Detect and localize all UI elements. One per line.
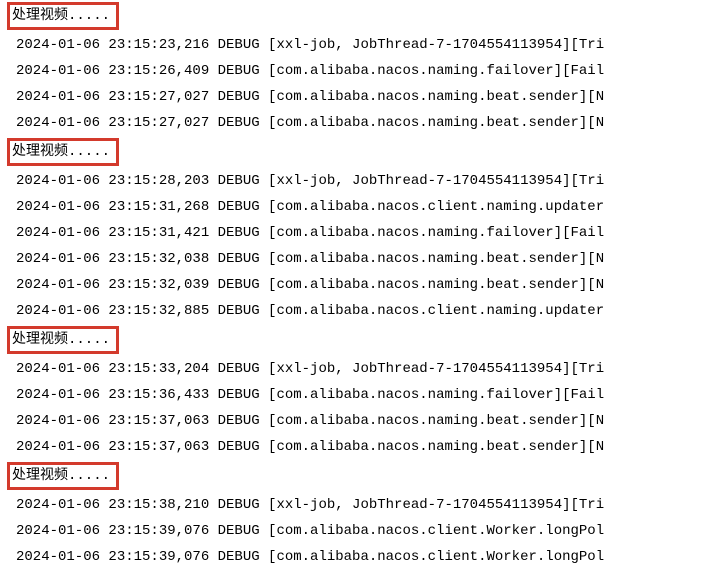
highlight-marker-text: 处理视频..... xyxy=(7,326,119,354)
log-line: 2024-01-06 23:15:38,210 DEBUG [xxl-job, … xyxy=(0,492,711,518)
log-output: 处理视频.....2024-01-06 23:15:23,216 DEBUG [… xyxy=(0,2,711,570)
highlight-marker-text: 处理视频..... xyxy=(7,138,119,166)
log-line: 2024-01-06 23:15:36,433 DEBUG [com.aliba… xyxy=(0,382,711,408)
highlight-marker-text: 处理视频..... xyxy=(7,462,119,490)
highlight-marker: 处理视频..... xyxy=(0,326,711,354)
log-line: 2024-01-06 23:15:26,409 DEBUG [com.aliba… xyxy=(0,58,711,84)
log-line: 2024-01-06 23:15:33,204 DEBUG [xxl-job, … xyxy=(0,356,711,382)
highlight-marker: 处理视频..... xyxy=(0,462,711,490)
log-line: 2024-01-06 23:15:32,039 DEBUG [com.aliba… xyxy=(0,272,711,298)
log-line: 2024-01-06 23:15:37,063 DEBUG [com.aliba… xyxy=(0,434,711,460)
log-line: 2024-01-06 23:15:27,027 DEBUG [com.aliba… xyxy=(0,110,711,136)
log-line: 2024-01-06 23:15:23,216 DEBUG [xxl-job, … xyxy=(0,32,711,58)
log-line: 2024-01-06 23:15:37,063 DEBUG [com.aliba… xyxy=(0,408,711,434)
log-line: 2024-01-06 23:15:31,421 DEBUG [com.aliba… xyxy=(0,220,711,246)
highlight-marker: 处理视频..... xyxy=(0,138,711,166)
log-line: 2024-01-06 23:15:39,076 DEBUG [com.aliba… xyxy=(0,544,711,570)
log-line: 2024-01-06 23:15:28,203 DEBUG [xxl-job, … xyxy=(0,168,711,194)
log-line: 2024-01-06 23:15:31,268 DEBUG [com.aliba… xyxy=(0,194,711,220)
log-line: 2024-01-06 23:15:27,027 DEBUG [com.aliba… xyxy=(0,84,711,110)
log-line: 2024-01-06 23:15:32,885 DEBUG [com.aliba… xyxy=(0,298,711,324)
highlight-marker: 处理视频..... xyxy=(0,2,711,30)
log-line: 2024-01-06 23:15:32,038 DEBUG [com.aliba… xyxy=(0,246,711,272)
highlight-marker-text: 处理视频..... xyxy=(7,2,119,30)
log-line: 2024-01-06 23:15:39,076 DEBUG [com.aliba… xyxy=(0,518,711,544)
